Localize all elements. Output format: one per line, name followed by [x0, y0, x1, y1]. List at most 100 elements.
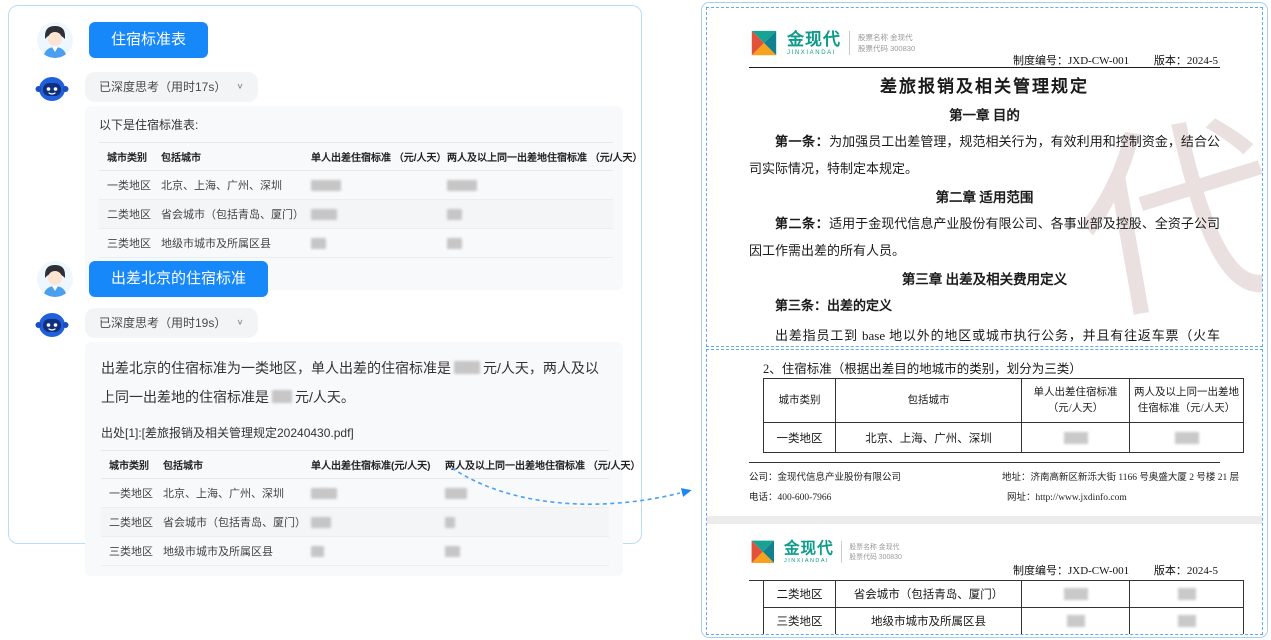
cell-category: 二类地区 — [764, 581, 836, 608]
brand-name: 金现代 JINXIANDAI — [784, 540, 834, 563]
user-message-text: 出差北京的住宿标准 — [111, 270, 246, 287]
cell-redacted-value — [1022, 608, 1130, 635]
article-heading: 第三条：出差的定义 — [749, 293, 1220, 320]
doc-body: 差旅报销及相关管理规定 第一章 目的 第一条：为加强员工出差管理，规范相关行为，… — [749, 70, 1220, 347]
col-header: 两人及以上同一出差地住宿标准（元/人天） — [1130, 379, 1244, 423]
doc-hotel-table-continued: 二类地区 省会城市（包括青岛、厦门） 三类地区 地级市城市及所属区县 — [763, 580, 1244, 635]
stock-name: 股票名称 金现代 — [858, 32, 915, 43]
footer-phone: 电话：400-600-7966 — [749, 489, 831, 503]
chapter-heading: 第二章 适用范围 — [749, 188, 1220, 208]
brand-name-en: JINXIANDAI — [784, 558, 834, 564]
thinking-pill-label: 已深度思考（用时19s） — [99, 308, 226, 338]
doc-paragraph: 出差指员工到 base 地以外的地区或城市执行公务，并且有往返车票（火车票、长 — [749, 323, 1220, 348]
page-separator — [707, 516, 1262, 524]
redacted-value — [454, 361, 480, 374]
table-row: 三类地区 地级市城市及所属区县 — [101, 537, 609, 566]
assistant-answer-text: 出差北京的住宿标准为一类地区，单人出差的住宿标准是元/人天，两人及以上同一出差地… — [101, 354, 607, 412]
user-avatar — [37, 261, 73, 297]
cell-cities: 地级市城市及所属区县 — [155, 537, 303, 566]
cell-category: 一类地区 — [764, 423, 836, 453]
brand-name: 金现代 JINXIANDAI — [787, 31, 841, 56]
company-logo: 金现代 JINXIANDAI 股票名称 金现代 股票代码 300830 — [749, 28, 915, 58]
table-row: 一类地区 北京、上海、广州、深圳 — [764, 423, 1244, 453]
stock-info: 股票名称 金现代 股票代码 300830 — [849, 542, 902, 562]
doc-meta: 制度编号：JXD-CW-001 版本：2024-5 — [1013, 562, 1218, 578]
col-header: 单人出差住宿标准（元/人天） — [1022, 379, 1130, 423]
brand-name-cn: 金现代 — [784, 540, 834, 556]
stock-code: 股票代码 300830 — [858, 43, 915, 54]
cell-cities: 北京、上海、广州、深圳 — [836, 423, 1022, 453]
footer-website: 网址：http://www.jxdinfo.com — [1007, 489, 1127, 503]
stock-info: 股票名称 金现代 股票代码 300830 — [858, 32, 915, 54]
document-page-1: 代 金现代 JINXIANDAI 股票名称 金现代 股票代码 300830 — [706, 7, 1263, 347]
cell-redacted-value — [439, 171, 613, 200]
doc-version: 版本：2024-5 — [1154, 565, 1218, 577]
chapter-heading: 第三章 出差及相关费用定义 — [749, 270, 1220, 290]
table-row: 三类地区 地级市城市及所属区县 — [764, 608, 1244, 635]
col-header: 城市类别 — [99, 143, 153, 171]
col-header: 城市类别 — [101, 451, 155, 479]
cell-category: 一类地区 — [99, 171, 153, 200]
thinking-pill[interactable]: 已深度思考（用时19s） ∨ — [85, 308, 258, 338]
user-message-bubble: 住宿标准表 — [89, 22, 208, 58]
cell-redacted-value — [1130, 608, 1244, 635]
table-header-row: 城市类别 包括城市 单人出差住宿标准（元/人天） 两人及以上同一出差地住宿标准（… — [764, 379, 1244, 423]
col-header: 两人及以上同一出差地住宿标准 （元/人天） — [439, 143, 613, 171]
article-label: 第一条： — [775, 134, 829, 149]
pinwheel-logo-icon — [749, 538, 777, 566]
cell-cities: 地级市城市及所属区县 — [153, 229, 303, 258]
doc-meta: 制度编号：JXD-CW-001 版本：2024-5 — [1013, 52, 1218, 68]
stock-name: 股票名称 金现代 — [849, 542, 902, 552]
table-row: 二类地区 省会城市（包括青岛、厦门） — [99, 200, 613, 229]
robot-avatar — [35, 74, 69, 104]
chevron-down-icon[interactable]: ∨ — [236, 75, 243, 99]
col-header: 包括城市 — [153, 143, 303, 171]
pinwheel-logo-icon — [749, 28, 779, 58]
cell-redacted-value — [437, 537, 609, 566]
cell-redacted-value — [1022, 581, 1130, 608]
chapter-heading: 第一章 目的 — [749, 106, 1220, 126]
thinking-pill-label: 已深度思考（用时17s） — [99, 72, 226, 102]
col-header: 包括城市 — [836, 379, 1022, 423]
cell-redacted-value — [1022, 423, 1130, 453]
assistant-intro-text: 以下是住宿标准表: — [99, 116, 609, 133]
screenshot-canvas: 住宿标准表 已深度思考（用时17s） ∨ 以下是住宿标准表: 城市类别 — [0, 0, 1271, 640]
footer-address: 地址：济南高新区新泺大街 1166 号奥盛大厦 2 号楼 21 层 — [1002, 469, 1239, 483]
doc-hotel-table: 城市类别 包括城市 单人出差住宿标准（元/人天） 两人及以上同一出差地住宿标准（… — [763, 378, 1244, 453]
footer-rule — [749, 462, 1220, 463]
chevron-down-icon[interactable]: ∨ — [236, 311, 243, 335]
cell-redacted-value — [303, 229, 439, 258]
cell-redacted-value — [439, 200, 613, 229]
cell-cities: 省会城市（包括青岛、厦门） — [836, 581, 1022, 608]
logo-divider — [841, 541, 842, 563]
cell-category: 一类地区 — [101, 479, 155, 508]
user-avatar — [37, 22, 73, 58]
col-header: 城市类别 — [764, 379, 836, 423]
col-header: 包括城市 — [155, 451, 303, 479]
doc-paragraph: 第二条：适用于金现代信息产业股份有限公司、各事业部及控股、全资子公司因工作需出差… — [749, 211, 1220, 264]
cell-cities: 地级市城市及所属区县 — [836, 608, 1022, 635]
cell-redacted-value — [1130, 581, 1244, 608]
cell-redacted-value — [303, 171, 439, 200]
document-preview: 代 金现代 JINXIANDAI 股票名称 金现代 股票代码 300830 — [701, 2, 1268, 638]
cell-redacted-value — [303, 479, 437, 508]
doc-title: 差旅报销及相关管理规定 — [749, 74, 1220, 100]
cell-cities: 省会城市（包括青岛、厦门） — [153, 200, 303, 229]
footer-company: 公司：金现代信息产业股份有限公司 — [749, 469, 901, 483]
brand-name-en: JINXIANDAI — [787, 50, 841, 56]
cell-cities: 北京、上海、广州、深圳 — [155, 479, 303, 508]
table-row: 二类地区 省会城市（包括青岛、厦门） — [764, 581, 1244, 608]
source-reference[interactable]: 出处[1]:[差旅报销及相关管理规定20240430.pdf] — [101, 424, 607, 441]
cell-category: 二类地区 — [101, 508, 155, 537]
thinking-pill[interactable]: 已深度思考（用时17s） ∨ — [85, 72, 258, 102]
cell-redacted-value — [1130, 423, 1244, 453]
table-row: 一类地区 北京、上海、广州、深圳 — [99, 171, 613, 200]
redacted-value — [272, 390, 292, 403]
user-message-bubble: 出差北京的住宿标准 — [89, 261, 268, 297]
article-label: 第二条： — [775, 216, 829, 231]
table-row: 三类地区 地级市城市及所属区县 — [99, 229, 613, 258]
doc-number: 制度编号：JXD-CW-001 — [1013, 55, 1129, 67]
doc-paragraph: 第一条：为加强员工出差管理，规范相关行为，有效利用和控制资金，结合公司实际情况，… — [749, 129, 1220, 182]
cell-cities: 北京、上海、广州、深圳 — [153, 171, 303, 200]
header-rule — [749, 67, 1220, 68]
